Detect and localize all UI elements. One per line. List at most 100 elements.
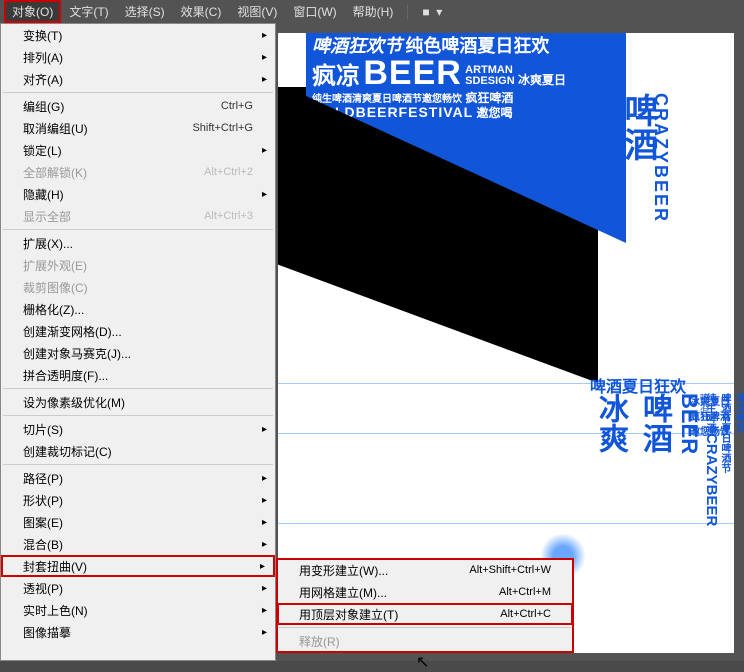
- menu-item-shortcut: Alt+Ctrl+3: [204, 210, 253, 222]
- menu-item[interactable]: 封套扭曲(V): [1, 555, 275, 577]
- submenu-item[interactable]: 用变形建立(W)...Alt+Shift+Ctrl+W: [277, 559, 573, 581]
- menu-item-label: 拼合透明度(F)...: [23, 367, 253, 384]
- menu-item[interactable]: 形状(P): [1, 489, 275, 511]
- menu-item[interactable]: 创建渐变网格(D)...: [1, 320, 275, 342]
- guide-line: [278, 433, 734, 434]
- menu-item-label: 排列(A): [23, 49, 253, 66]
- art-text: 冰爽夏日: [518, 73, 566, 87]
- menubar-item[interactable]: 选择(S): [117, 0, 173, 23]
- menu-item: 裁剪图像(C): [1, 276, 275, 298]
- menubar-item[interactable]: 帮助(H): [345, 0, 402, 23]
- menu-item: 全部解锁(K)Alt+Ctrl+2: [1, 161, 275, 183]
- menu-item[interactable]: 变换(T): [1, 24, 275, 46]
- menu-item-label: 全部解锁(K): [23, 164, 204, 181]
- menubar-item[interactable]: 效果(C): [173, 0, 230, 23]
- menu-item[interactable]: 拼合透明度(F)...: [1, 364, 275, 386]
- art-text: 纯生啤酒清爽夏日啤酒节邀您畅饮: [312, 94, 462, 105]
- menu-item[interactable]: 排列(A): [1, 46, 275, 68]
- menu-item[interactable]: 隐藏(H): [1, 183, 275, 205]
- menu-item[interactable]: 切片(S): [1, 418, 275, 440]
- menu-item[interactable]: 栅格化(Z)...: [1, 298, 275, 320]
- menu-item-label: 变换(T): [23, 27, 253, 44]
- art-text: SDESIGN: [465, 75, 515, 87]
- menu-item-label: 编组(G): [23, 98, 221, 115]
- art-text: CRAZYBEER: [650, 93, 671, 293]
- menu-item-label: 锁定(L): [23, 142, 253, 159]
- object-menu[interactable]: 变换(T)排列(A)对齐(A)编组(G)Ctrl+G取消编组(U)Shift+C…: [0, 23, 276, 661]
- envelope-distort-submenu[interactable]: 用变形建立(W)...Alt+Shift+Ctrl+W用网格建立(M)...Al…: [276, 558, 574, 653]
- side-text-1: 冰爽: [578, 93, 612, 253]
- menu-item-label: 扩展外观(E): [23, 257, 253, 274]
- menu-item[interactable]: 图案(E): [1, 511, 275, 533]
- menu-item-label: 隐藏(H): [23, 186, 253, 203]
- menu-item[interactable]: 透视(P): [1, 577, 275, 599]
- menu-separator: [3, 415, 273, 416]
- art-text: 冰爽: [578, 93, 612, 253]
- guide-line: [278, 383, 734, 384]
- menu-item-label: 对齐(A): [23, 71, 253, 88]
- menu-item-label: 创建对象马赛克(J)...: [23, 345, 253, 362]
- submenu-item-label: 释放(R): [299, 633, 551, 650]
- menu-item-label: 栅格化(Z)...: [23, 301, 253, 318]
- menubar-separator: [407, 5, 408, 19]
- menu-item[interactable]: 扩展(X)...: [1, 232, 275, 254]
- menu-item-shortcut: Alt+Ctrl+2: [204, 166, 253, 178]
- menu-item-label: 取消编组(U): [23, 120, 192, 137]
- menu-item[interactable]: 对齐(A): [1, 68, 275, 90]
- menu-item-label: 路径(P): [23, 470, 253, 487]
- menu-item-label: 创建渐变网格(D)...: [23, 323, 253, 340]
- menu-item[interactable]: 图像描摹: [1, 621, 275, 643]
- menubar-item[interactable]: 窗口(W): [285, 0, 344, 23]
- submenu-item[interactable]: 用顶层对象建立(T)Alt+Ctrl+C: [277, 603, 573, 625]
- menu-item-label: 形状(P): [23, 492, 253, 509]
- doc-selector[interactable]: ■ ▾: [414, 2, 450, 22]
- menu-item-label: 显示全部: [23, 208, 204, 225]
- menu-item-label: 封套扭曲(V): [23, 558, 253, 575]
- menu-item[interactable]: 锁定(L): [1, 139, 275, 161]
- submenu-item-shortcut: Alt+Ctrl+M: [499, 586, 551, 598]
- menu-item-label: 图案(E): [23, 514, 253, 531]
- submenu-item-label: 用顶层对象建立(T): [299, 606, 500, 623]
- art-text: CRAZYBEER: [703, 433, 720, 526]
- submenu-item-shortcut: Alt+Ctrl+C: [500, 608, 551, 620]
- menu-item[interactable]: 创建对象马赛克(J)...: [1, 342, 275, 364]
- art-text: BEER: [363, 54, 461, 92]
- submenu-item: 释放(R): [277, 630, 573, 652]
- menu-item-shortcut: Shift+Ctrl+G: [192, 122, 253, 134]
- menu-separator: [3, 229, 273, 230]
- menu-item[interactable]: 混合(B): [1, 533, 275, 555]
- menu-item[interactable]: 路径(P): [1, 467, 275, 489]
- menu-separator: [3, 464, 273, 465]
- menubar: 对象(O)文字(T)选择(S)效果(C)视图(V)窗口(W)帮助(H) ■ ▾: [0, 0, 744, 23]
- side-text-3: CRAZYBEER: [650, 93, 671, 293]
- art-text: 邀您喝: [477, 106, 513, 120]
- menu-separator: [3, 388, 273, 389]
- menu-item-label: 透视(P): [23, 580, 253, 597]
- menu-item[interactable]: 设为像素级优化(M): [1, 391, 275, 413]
- menubar-item[interactable]: 视图(V): [229, 0, 285, 23]
- menubar-item[interactable]: 对象(O): [4, 0, 61, 23]
- menu-item[interactable]: 创建裁切标记(C): [1, 440, 275, 462]
- menu-item[interactable]: 取消编组(U)Shift+Ctrl+G: [1, 117, 275, 139]
- submenu-separator: [279, 627, 571, 628]
- menu-item: 扩展外观(E): [1, 254, 275, 276]
- submenu-item-shortcut: Alt+Shift+Ctrl+W: [469, 564, 551, 576]
- menu-item-label: 扩展(X)...: [23, 235, 253, 252]
- menu-separator: [3, 92, 273, 93]
- art-text: 疯凉: [312, 63, 360, 90]
- menu-item-label: 图像描摹: [23, 624, 253, 641]
- art-text: 啤酒节: [698, 393, 711, 420]
- submenu-item-label: 用网格建立(M)...: [299, 584, 499, 601]
- menu-item[interactable]: 编组(G)Ctrl+G: [1, 95, 275, 117]
- menu-item[interactable]: 实时上色(N): [1, 599, 275, 621]
- menu-item-label: 混合(B): [23, 536, 253, 553]
- menu-item: 显示全部Alt+Ctrl+3: [1, 205, 275, 227]
- menu-item-shortcut: Ctrl+G: [221, 100, 253, 112]
- menu-item-label: 设为像素级优化(M): [23, 394, 253, 411]
- guide-line: [278, 523, 734, 524]
- menu-item-label: 实时上色(N): [23, 602, 253, 619]
- submenu-item[interactable]: 用网格建立(M)...Alt+Ctrl+M: [277, 581, 573, 603]
- submenu-item-label: 用变形建立(W)...: [299, 562, 469, 579]
- menubar-item[interactable]: 文字(T): [61, 0, 116, 23]
- menu-item-label: 裁剪图像(C): [23, 279, 253, 296]
